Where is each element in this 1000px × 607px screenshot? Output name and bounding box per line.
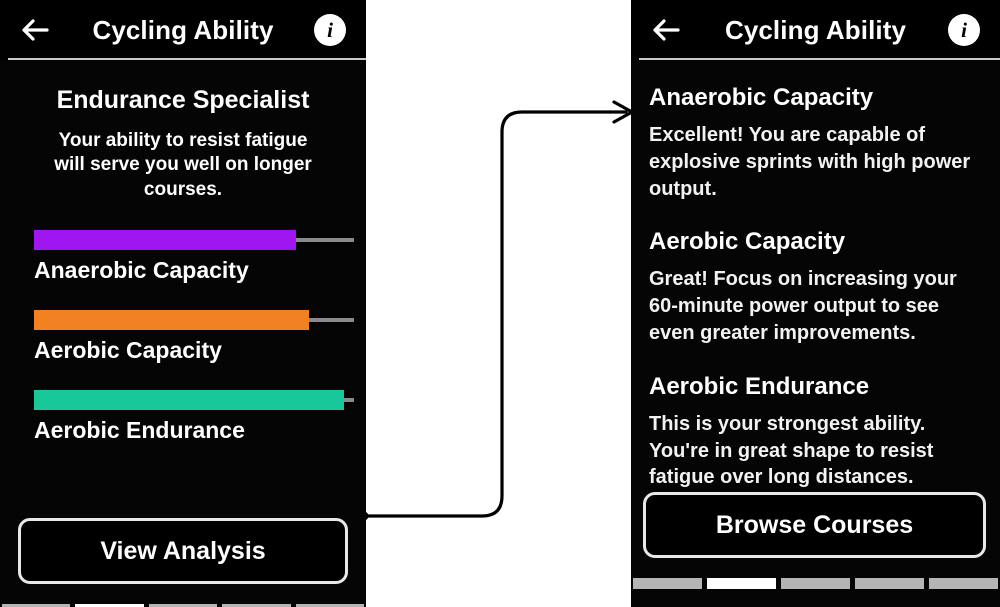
ability-bar-track bbox=[34, 389, 354, 410]
analysis-section-title: Anaerobic Capacity bbox=[649, 84, 874, 111]
right-page-indicator[interactable] bbox=[631, 578, 1000, 589]
page-indicator-segment[interactable] bbox=[707, 578, 776, 589]
analysis-section-title: Aerobic Endurance bbox=[649, 372, 870, 400]
right-appbar-title: Cycling Ability bbox=[724, 14, 907, 45]
right-phone-panel: Cycling Ability i Anaerobic Capacity Exc… bbox=[631, 0, 1000, 607]
page-indicator-segment[interactable] bbox=[855, 578, 924, 589]
analysis-section-title: Aerobic Capacity bbox=[649, 228, 846, 256]
info-icon[interactable]: i bbox=[314, 14, 346, 46]
flow-gutter bbox=[366, 0, 631, 607]
ability-bar-label: Anaerobic Capacity bbox=[34, 256, 249, 283]
ability-profile-title: Endurance Specialist bbox=[56, 86, 310, 114]
left-appbar-title: Cycling Ability bbox=[92, 14, 274, 45]
page-indicator-segment[interactable] bbox=[929, 578, 998, 589]
ability-bar-row: Aerobic Capacity bbox=[22, 309, 354, 364]
analysis-section-body: This is your strongest ability. You're i… bbox=[649, 412, 934, 489]
right-appbar: Cycling Ability i bbox=[631, 0, 1000, 60]
analysis-section-body: Great! Focus on increasing your 60-minut… bbox=[649, 268, 957, 344]
ability-bar-label: Aerobic Capacity bbox=[34, 336, 222, 363]
ability-bar-row: Anaerobic Capacity bbox=[22, 229, 354, 284]
ability-bar-row: Aerobic Endurance bbox=[22, 389, 354, 444]
view-analysis-button[interactable]: View Analysis bbox=[18, 518, 348, 584]
analysis-section-body: Excellent! You are capable of explosive … bbox=[649, 124, 971, 200]
ability-bar-list: Anaerobic Capacity Aerobic Capacity Aero… bbox=[22, 229, 354, 444]
page-indicator-segment[interactable] bbox=[633, 578, 702, 589]
ability-bar-fill bbox=[34, 389, 345, 410]
page-indicator-segment[interactable] bbox=[781, 578, 850, 589]
ability-bar-track bbox=[34, 309, 354, 330]
ability-bar-fill bbox=[34, 309, 310, 330]
ability-bar-label: Aerobic Endurance bbox=[34, 416, 245, 443]
browse-courses-button[interactable]: Browse Courses bbox=[643, 492, 986, 558]
back-arrow-icon[interactable] bbox=[649, 13, 683, 47]
ability-bar-track bbox=[34, 229, 354, 250]
ability-profile-subtitle: Your ability to resist fatigue will serv… bbox=[54, 130, 312, 200]
right-panel-body: Anaerobic Capacity Excellent! You are ca… bbox=[631, 60, 1000, 607]
back-arrow-icon[interactable] bbox=[18, 13, 52, 47]
screenshot-stage: Cycling Ability i Endurance Specialist Y… bbox=[0, 0, 1000, 607]
left-phone-panel: Cycling Ability i Endurance Specialist Y… bbox=[0, 0, 366, 607]
left-appbar: Cycling Ability i bbox=[0, 0, 366, 60]
info-icon[interactable]: i bbox=[948, 14, 980, 46]
ability-bar-fill bbox=[34, 229, 297, 250]
left-panel-body: Endurance Specialist Your ability to res… bbox=[0, 86, 366, 607]
